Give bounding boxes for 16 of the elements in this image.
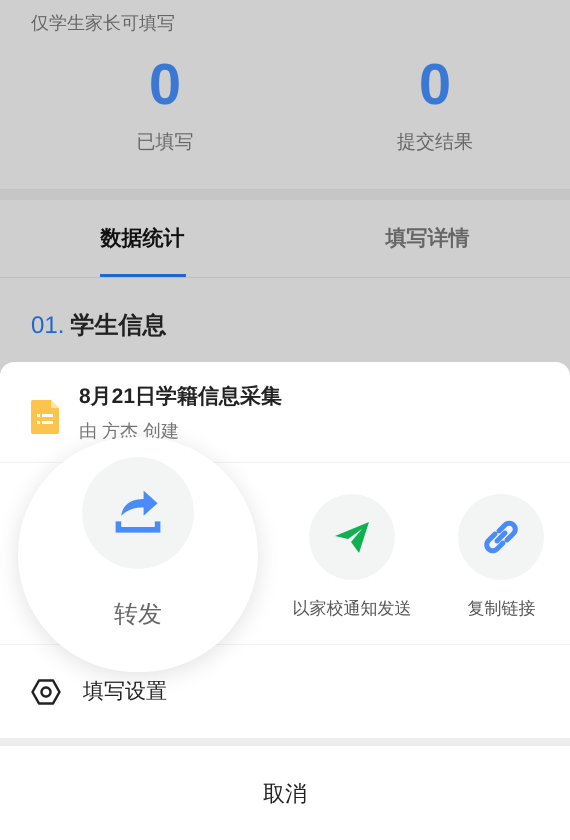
- form-title: 8月21日学籍信息采集: [79, 384, 282, 410]
- settings-item[interactable]: 填写设置: [83, 676, 167, 708]
- notice-text: 仅学生家长可填写: [31, 13, 175, 33]
- stat-value: 0: [418, 51, 452, 119]
- tab[interactable]: 数据统计: [100, 200, 186, 277]
- section-number: 01.: [31, 311, 64, 341]
- stat-label: 提交结果: [397, 131, 473, 155]
- action-label: 复制链接: [467, 598, 536, 620]
- settings-icon: [31, 678, 61, 704]
- action-label: 以家校通知发送: [292, 598, 412, 620]
- section-title: 学生信息: [70, 311, 166, 341]
- tab[interactable]: 填写详情: [386, 200, 470, 277]
- form-document-icon: [31, 400, 59, 434]
- stat-label: 已填写: [136, 131, 194, 155]
- action-label: 转发: [114, 600, 162, 630]
- stat-value: 0: [148, 51, 182, 119]
